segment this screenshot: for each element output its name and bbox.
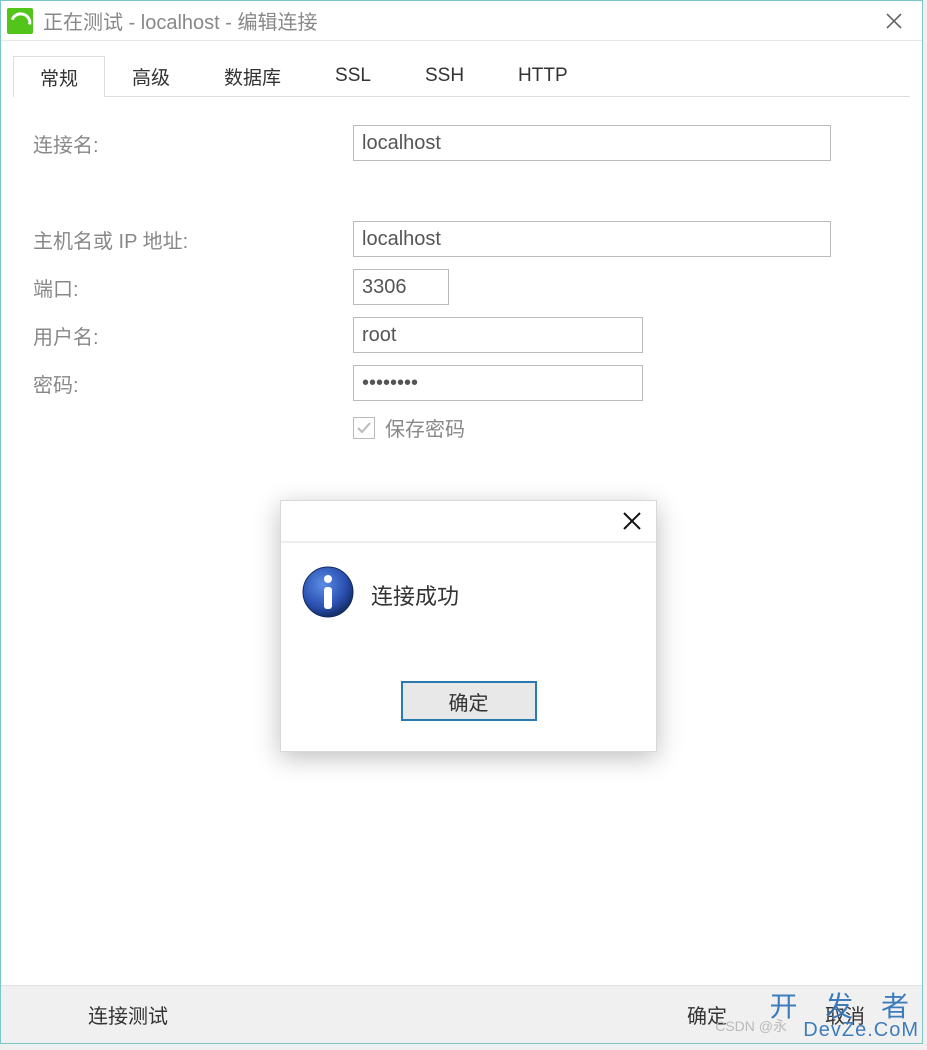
password-label: 密码: [33,369,353,398]
success-modal: 连接成功 确定 [280,500,657,752]
row-username: 用户名: [33,317,890,353]
connection-name-input[interactable] [353,125,831,161]
navicat-icon [7,8,33,34]
tab-label: 高级 [132,63,170,90]
modal-close-button[interactable] [618,507,646,535]
tab-general[interactable]: 常规 [13,56,105,97]
tab-ssh[interactable]: SSH [398,55,491,96]
tab-label: 常规 [40,64,78,91]
tab-label: SSL [335,65,371,87]
window-title: 正在测试 - localhost - 编辑连接 [43,6,874,35]
form-area: 连接名: 主机名或 IP 地址: 端口: 用户名: 密码: [13,97,910,470]
tab-ssl[interactable]: SSL [308,55,398,96]
row-password: 密码: [33,365,890,401]
modal-message: 连接成功 [371,565,459,611]
window-close-button[interactable] [874,6,914,36]
tab-bar: 常规 高级 数据库 SSL SSH HTTP [13,55,910,97]
cancel-button[interactable]: 取消 [780,994,910,1036]
host-input[interactable] [353,221,831,257]
row-save-password: 保存密码 [353,413,890,442]
check-icon [356,420,372,436]
connection-name-label: 连接名: [33,129,353,158]
row-connection-name: 连接名: [33,125,890,161]
modal-body: 连接成功 [281,543,656,681]
tab-label: SSH [425,65,464,87]
tab-database[interactable]: 数据库 [197,55,308,96]
username-label: 用户名: [33,321,353,350]
port-input[interactable] [353,269,449,305]
modal-titlebar [281,501,656,543]
row-host: 主机名或 IP 地址: [33,221,890,257]
tab-advanced[interactable]: 高级 [105,55,197,96]
save-password-checkbox[interactable] [353,417,375,439]
save-password-label: 保存密码 [385,413,465,442]
tab-label: HTTP [518,65,568,87]
row-port: 端口: [33,269,890,305]
modal-ok-button[interactable]: 确定 [401,681,537,721]
titlebar: 正在测试 - localhost - 编辑连接 [1,1,922,41]
info-icon [301,565,355,619]
modal-footer: 确定 [281,681,656,751]
password-input[interactable] [353,365,643,401]
test-connection-button[interactable]: 连接测试 [13,994,243,1036]
username-input[interactable] [353,317,643,353]
host-label: 主机名或 IP 地址: [33,225,353,254]
tab-label: 数据库 [224,63,281,90]
ok-button[interactable]: 确定 [642,994,772,1036]
port-label: 端口: [33,273,353,302]
close-icon [622,511,642,531]
dialog-footer: 连接测试 确定 取消 [1,985,922,1043]
tab-http[interactable]: HTTP [491,55,595,96]
close-icon [885,12,903,30]
